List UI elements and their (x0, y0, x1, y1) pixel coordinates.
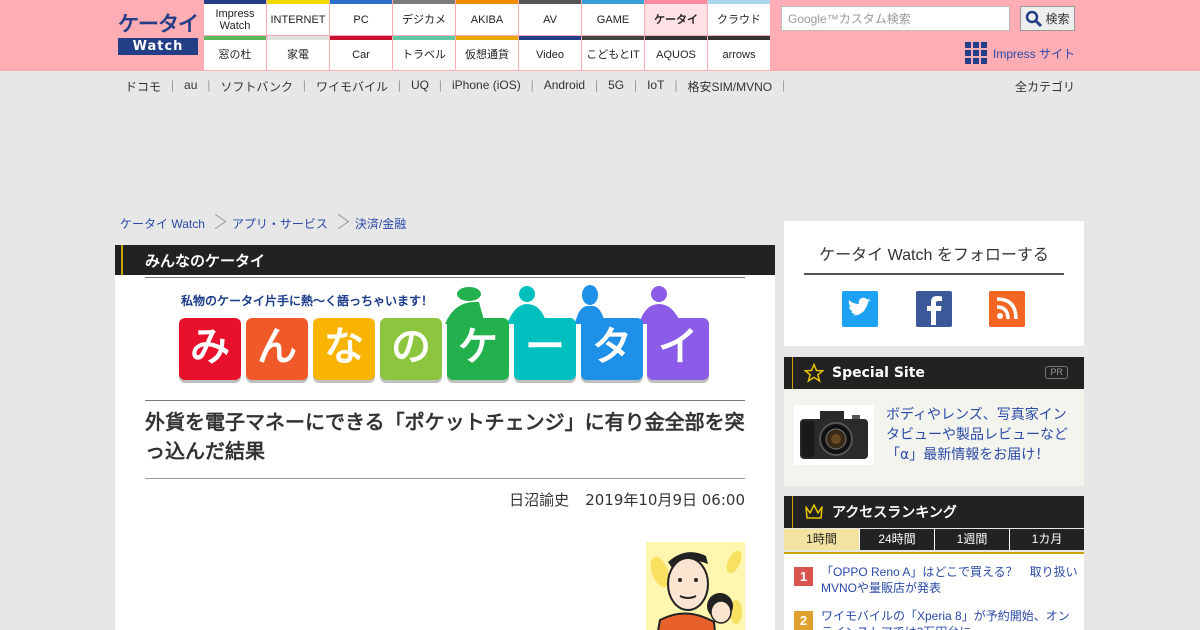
banner-kana: み (179, 318, 241, 380)
rank-number: 2 (794, 611, 813, 630)
special-site-header: Special Site PR (784, 357, 1084, 389)
tab-1week[interactable]: 1週間 (934, 529, 1009, 550)
series-title[interactable]: みんなのケータイ (145, 250, 265, 271)
banner-tagline: 私物のケータイ片手に熱〜く語っちゃいます！ (181, 294, 434, 308)
subnav-item[interactable]: Android (544, 78, 599, 95)
banner-kana: ケ (447, 318, 509, 380)
subnav-item[interactable]: au (184, 78, 211, 95)
banner-kana: の (380, 318, 442, 380)
article-date: 2019年10月9日 06:00 (585, 491, 745, 509)
breadcrumb-item[interactable]: 決済/金融 (355, 215, 406, 232)
subnav-item[interactable]: ワイモバイル (316, 78, 401, 95)
category-nav-grid: Impress Watch INTERNET PC デジカメ AKIBA AV … (204, 0, 771, 71)
tab-24hours[interactable]: 24時間 (859, 529, 934, 550)
nav-akiba[interactable]: AKIBA (456, 0, 518, 35)
nav-kaden[interactable]: 家電 (267, 36, 329, 70)
author-illustration (646, 542, 745, 630)
logo-bottom-text: Watch (118, 38, 198, 55)
banner-kana: ー (514, 318, 576, 380)
nav-pc[interactable]: PC (330, 0, 392, 35)
ranking-header: アクセスランキング (784, 496, 1084, 528)
site-logo[interactable]: ケータイ Watch (118, 10, 199, 56)
banner-kana: タ (581, 318, 643, 380)
chevron-right-icon (211, 212, 223, 234)
camera-thumbnail[interactable] (794, 405, 874, 465)
special-site-title: Special Site (832, 365, 925, 381)
chevron-right-icon (334, 212, 346, 234)
series-header: みんなのケータイ (115, 245, 775, 275)
nav-kodomo-it[interactable]: こどもとIT (582, 36, 644, 70)
follow-panel: ケータイ Watch をフォローする (784, 221, 1084, 346)
breadcrumb-item[interactable]: アプリ・サービス (232, 215, 328, 232)
sub-navigation: ドコモ au ソフトバンク ワイモバイル UQ iPhone (iOS) And… (125, 78, 789, 95)
follow-title: ケータイ Watch をフォローする (804, 241, 1064, 275)
crown-icon (805, 504, 823, 519)
impress-site-label: Impress サイト (993, 46, 1076, 61)
subnav-item[interactable]: iPhone (iOS) (452, 78, 533, 95)
subnav-item[interactable]: UQ (411, 78, 442, 95)
special-site-link[interactable]: ボディやレンズ、写真家インタビューや製品レビューなど「α」最新情報をお届け！ (886, 405, 1076, 465)
article-byline: 日沼諭史 2019年10月9日 06:00 (145, 489, 745, 510)
pr-badge: PR (1045, 366, 1068, 379)
banner-kana: な (313, 318, 375, 380)
nav-aquos[interactable]: AQUOS (645, 36, 707, 70)
series-banner[interactable]: 私物のケータイ片手に熱〜く語っちゃいます！ み ん な の ケ ー タ イ (145, 277, 745, 401)
nav-internet[interactable]: INTERNET (267, 0, 329, 35)
subnav-item[interactable]: 格安SIM/MVNO (687, 78, 784, 95)
ranking-title: アクセスランキング (832, 505, 957, 521)
ranking-list: 1 「OPPO Reno A」はどこで買える？ 取り扱いMVNOや量販店が発表 … (784, 552, 1084, 630)
nav-madonomori[interactable]: 窓の杜 (204, 36, 266, 70)
search-button-label: 検索 (1045, 12, 1070, 26)
search-input[interactable] (781, 6, 1010, 31)
banner-kana: ん (246, 318, 308, 380)
search-icon (1026, 10, 1043, 27)
nav-car[interactable]: Car (330, 36, 392, 70)
grid-icon (965, 42, 987, 64)
breadcrumb-item[interactable]: ケータイ Watch (120, 215, 205, 232)
banner-kana: イ (647, 318, 709, 380)
nav-dejikame[interactable]: デジカメ (393, 0, 455, 35)
rank-number: 1 (794, 567, 813, 586)
site-header: ケータイ Watch Impress Watch INTERNET PC デジカ… (0, 0, 1200, 71)
twitter-icon[interactable] (842, 291, 878, 327)
subnav-item[interactable]: ソフトバンク (220, 78, 305, 95)
nav-game[interactable]: GAME (582, 0, 644, 35)
special-site-body: ボディやレンズ、写真家インタビューや製品レビューなど「α」最新情報をお届け！ (784, 389, 1084, 486)
nav-impress-watch[interactable]: Impress Watch (204, 0, 266, 35)
ranking-item-title: 「OPPO Reno A」はどこで買える？ 取り扱いMVNOや量販店が発表 (821, 565, 1078, 595)
nav-ketai[interactable]: ケータイ (645, 0, 707, 35)
breadcrumb: ケータイ Watch アプリ・サービス 決済/金融 (120, 212, 406, 234)
facebook-icon[interactable] (916, 291, 952, 327)
nav-cloud[interactable]: クラウド (708, 0, 770, 35)
subnav-item[interactable]: IoT (647, 78, 678, 95)
ranking-item[interactable]: 1 「OPPO Reno A」はどこで買える？ 取り扱いMVNOや量販店が発表 (794, 564, 1079, 596)
impress-site-link[interactable]: Impress サイト (965, 42, 1075, 64)
nav-video[interactable]: Video (519, 36, 581, 70)
nav-av[interactable]: AV (519, 0, 581, 35)
tab-1hour[interactable]: 1時間 (784, 529, 859, 550)
search-button[interactable]: 検索 (1020, 6, 1075, 31)
subnav-item[interactable]: 5G (608, 78, 637, 95)
article-title: 外貨を電子マネーにできる「ポケットチェンジ」に有り金全部を突っ込んだ結果 (145, 408, 745, 479)
all-categories-link[interactable]: 全カテゴリ (1015, 78, 1075, 95)
tab-1month[interactable]: 1カ月 (1009, 529, 1084, 550)
article-author: 日沼諭史 (509, 491, 570, 509)
rss-icon[interactable] (989, 291, 1025, 327)
ranking-tabs: 1時間 24時間 1週間 1カ月 (784, 529, 1084, 550)
nav-travel[interactable]: トラベル (393, 36, 455, 70)
ranking-item[interactable]: 2 ワイモバイルの「Xperia 8」が予約開始、オンラインストアでは3万円台に (794, 608, 1079, 630)
nav-arrows[interactable]: arrows (708, 36, 770, 70)
logo-top-text: ケータイ (118, 12, 199, 36)
article-main: みんなのケータイ 私物のケータイ片手に熱〜く語っちゃいます！ み ん な の ケ… (115, 245, 775, 630)
subnav-item[interactable]: ドコモ (125, 78, 174, 95)
star-icon (804, 363, 824, 383)
nav-crypto[interactable]: 仮想通貨 (456, 36, 518, 70)
ranking-item-title: ワイモバイルの「Xperia 8」が予約開始、オンラインストアでは3万円台に (821, 609, 1070, 630)
